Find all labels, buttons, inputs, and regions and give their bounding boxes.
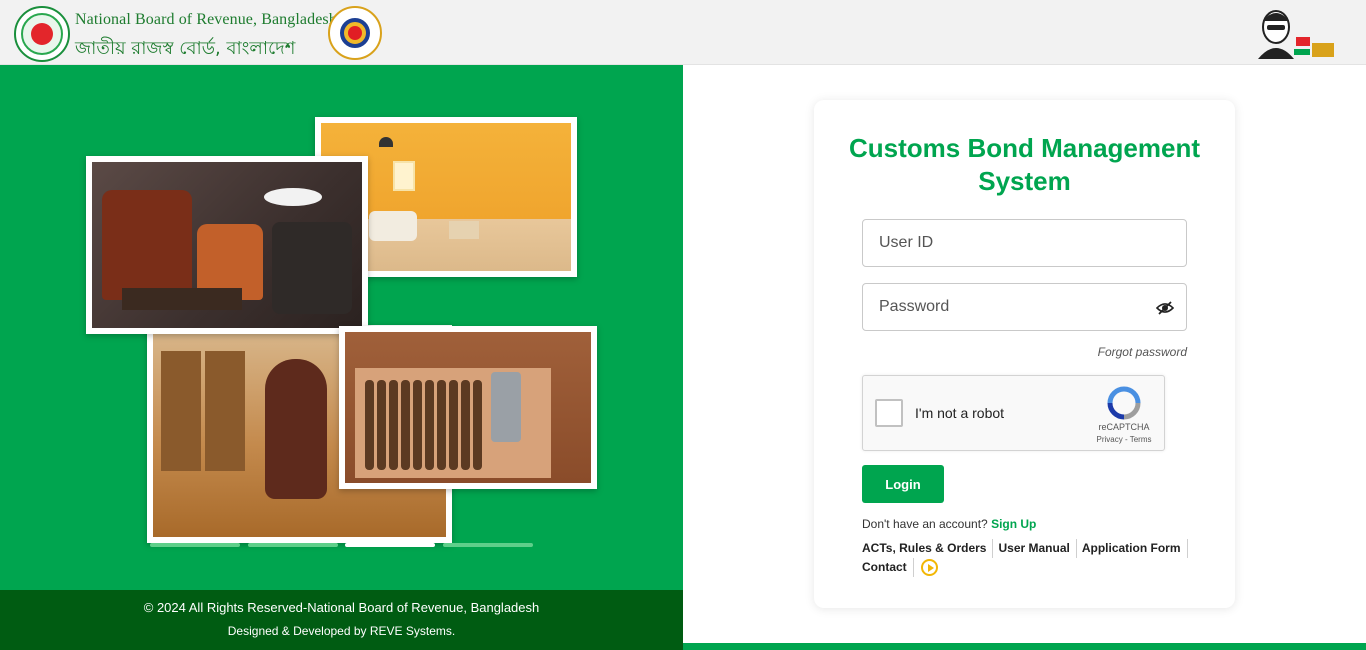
recaptcha-label: I'm not a robot: [915, 405, 1005, 421]
customs-emblem-icon: [328, 6, 382, 60]
nbr-emblem-icon: [14, 6, 70, 62]
copyright-text: © 2024 All Rights Reserved-National Boar…: [143, 600, 540, 615]
mujib-100-icon: [1258, 10, 1334, 59]
sign-up-link[interactable]: Sign Up: [991, 517, 1036, 531]
bottom-accent-strip: [683, 643, 1366, 650]
forgot-password-link[interactable]: Forgot password: [1054, 345, 1187, 359]
acts-rules-orders-link[interactable]: ACTs, Rules & Orders: [862, 539, 994, 558]
quick-links: ACTs, Rules & Orders User Manual Applicati…: [862, 539, 1202, 577]
carousel-dot-3[interactable]: [345, 543, 435, 547]
carousel-dot-4[interactable]: [443, 543, 533, 547]
carousel-dot-2[interactable]: [248, 543, 338, 547]
recaptcha-terms[interactable]: Privacy - Terms: [1089, 435, 1159, 444]
password-field[interactable]: [862, 283, 1187, 331]
org-name-bangla: জাতীয় রাজস্ব বোর্ড, বাংলাদেশ: [75, 38, 296, 59]
org-name-english: National Board of Revenue, Bangladesh: [75, 11, 337, 28]
page-footer: © 2024 All Rights Reserved-National Boar…: [0, 590, 683, 650]
designed-by-text: Designed & Developed by REVE Systems.: [227, 624, 456, 638]
page-title: Customs Bond Management System: [848, 133, 1201, 196]
promo-photo-cigar-box: [339, 326, 597, 489]
eye-slash-icon[interactable]: [1156, 299, 1174, 317]
recaptcha-widget: I'm not a robot reCAPTCHA Privacy - Term…: [862, 375, 1165, 451]
user-id-field[interactable]: [862, 219, 1187, 267]
carousel-dot-1[interactable]: [150, 543, 240, 547]
password-input[interactable]: [863, 284, 1186, 330]
signup-prompt: Don't have an account? Sign Up: [862, 517, 1036, 531]
contact-link[interactable]: Contact: [862, 558, 914, 577]
promo-panel: [0, 65, 683, 590]
recaptcha-checkbox[interactable]: [875, 399, 903, 427]
user-id-input[interactable]: [863, 220, 1186, 266]
user-manual-link[interactable]: User Manual: [998, 539, 1077, 558]
recaptcha-brand: reCAPTCHA: [1098, 422, 1150, 432]
login-button[interactable]: Login: [862, 465, 944, 503]
play-icon[interactable]: [920, 559, 938, 577]
login-card: Customs Bond Management System Forgot pa…: [814, 100, 1235, 608]
top-header: National Board of Revenue, Bangladesh জা…: [0, 0, 1366, 65]
promo-photo-leather-goods: [86, 156, 368, 334]
recaptcha-icon: [1107, 386, 1141, 420]
application-form-link[interactable]: Application Form: [1082, 539, 1188, 558]
no-account-text: Don't have an account?: [862, 517, 988, 531]
